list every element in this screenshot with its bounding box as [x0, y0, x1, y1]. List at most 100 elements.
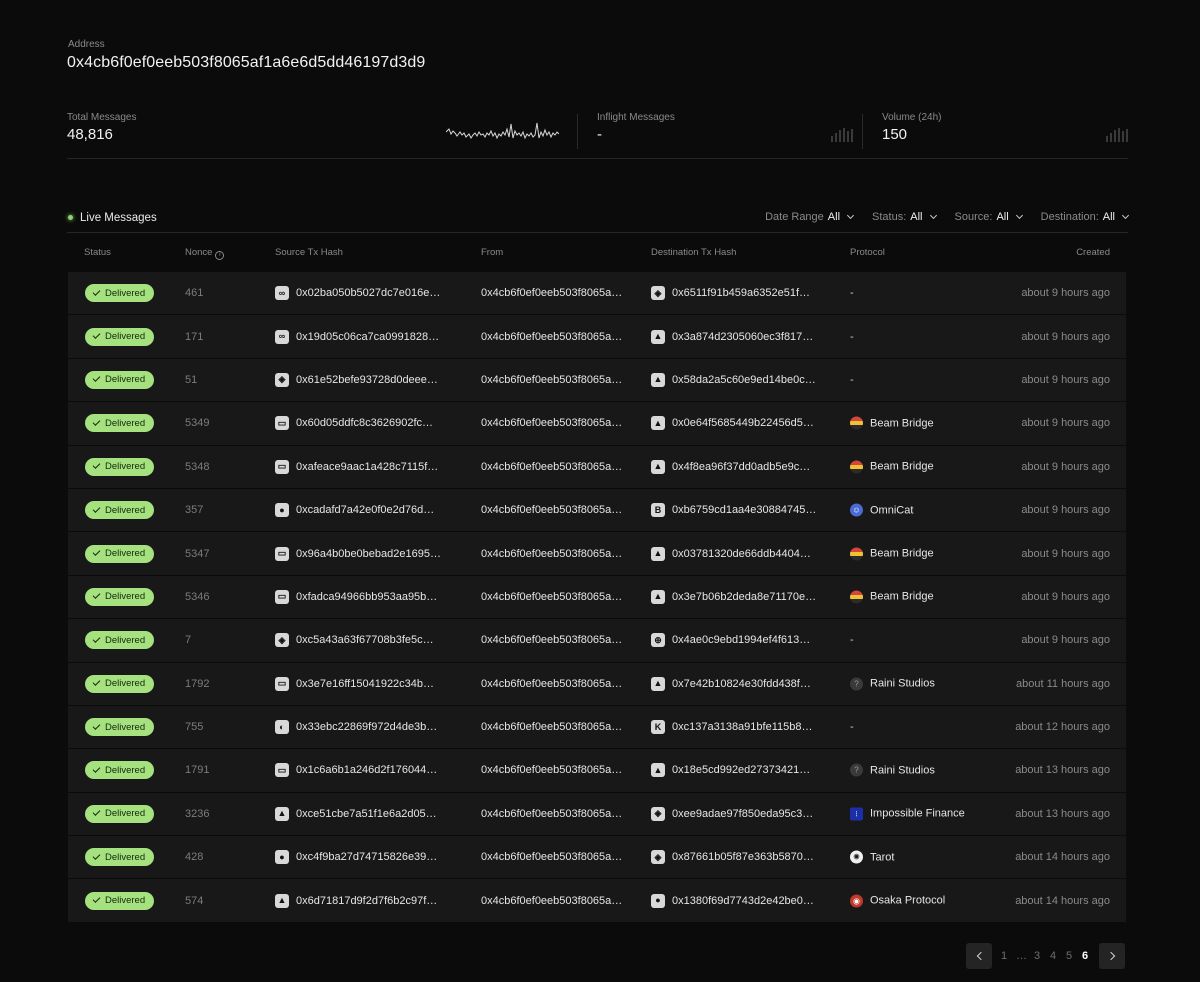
protocol-name: OmniCat — [870, 504, 914, 517]
table-row[interactable]: Delivered 5346 ▭ 0xfadca94966bb953aa95b… 0x4… — [68, 575, 1126, 620]
source-tx-hash[interactable]: ▭ 0x60d05ddfc8c3626902fc… — [275, 416, 433, 431]
from-address[interactable]: 0x4cb6f0ef0eeb503f8065a… — [481, 548, 622, 560]
chevron-down-icon — [1121, 211, 1130, 220]
table-row[interactable]: Delivered 357 ● 0xcadafd7a42e0f0e2d76d… 0x4c… — [68, 488, 1126, 533]
page-1[interactable]: 1 — [1001, 950, 1007, 962]
source-tx-hash[interactable]: ● 0xc4f9ba27d74715826e39… — [275, 850, 437, 865]
status-text: Delivered — [105, 634, 146, 646]
next-page-button[interactable] — [1099, 943, 1125, 969]
from-address[interactable]: 0x4cb6f0ef0eeb503f8065a… — [481, 504, 622, 516]
from-address[interactable]: 0x4cb6f0ef0eeb503f8065a… — [481, 851, 622, 863]
table-row[interactable]: Delivered 51 ◈ 0x61e52befe93728d0deee… 0x4cb… — [68, 358, 1126, 403]
check-icon — [92, 461, 101, 470]
source-tx-hash[interactable]: ● 0xcadafd7a42e0f0e2d76d… — [275, 503, 434, 518]
prev-page-button[interactable] — [966, 943, 992, 969]
created-time: about 9 hours ago — [1021, 417, 1110, 430]
source-tx-hash-text: 0xafeace9aac1a428c7115f… — [296, 460, 439, 473]
source-tx-hash[interactable]: ∞ 0x02ba050b5027dc7e016e… — [275, 286, 440, 301]
source-tx-hash[interactable]: ▭ 0xafeace9aac1a428c7115f… — [275, 459, 439, 474]
destination-tx-hash[interactable]: ▲ 0x0e64f5685449b22456d5… — [651, 416, 814, 431]
page-6[interactable]: 6 — [1082, 950, 1088, 962]
filter-source[interactable]: Source: All — [955, 211, 1023, 223]
destination-tx-hash[interactable]: ▲ 0x7e42b10824e30fdd438f… — [651, 676, 811, 691]
protocol-cell[interactable]: ? Raini Studios — [850, 677, 935, 691]
source-tx-hash[interactable]: ▭ 0x96a4b0be0bebad2e1695… — [275, 546, 441, 561]
destination-tx-hash[interactable]: ◈ 0x6511f91b459a6352e51f… — [651, 286, 810, 301]
from-address[interactable]: 0x4cb6f0ef0eeb503f8065a… — [481, 895, 622, 907]
source-tx-hash[interactable]: ▭ 0xfadca94966bb953aa95b… — [275, 589, 437, 604]
table-row[interactable]: Delivered 1792 ▭ 0x3e7e16ff15041922c34b… 0x4… — [68, 662, 1126, 706]
protocol-cell[interactable]: ☺ OmniCat — [850, 503, 914, 517]
destination-tx-hash[interactable]: ▲ 0x58da2a5c60e9ed14be0c… — [651, 372, 816, 387]
protocol-cell[interactable]: Beam Bridge — [850, 547, 934, 561]
table-row[interactable]: Delivered 171 ∞ 0x19d05c06ca7ca0991828… 0x4c… — [68, 315, 1126, 359]
page-5[interactable]: 5 — [1066, 950, 1072, 962]
protocol-cell[interactable]: ? Raini Studios — [850, 763, 935, 777]
status-badge: Delivered — [85, 891, 155, 910]
from-address[interactable]: 0x4cb6f0ef0eeb503f8065a… — [481, 374, 622, 386]
status-badge: Delivered — [85, 631, 155, 650]
from-address[interactable]: 0x4cb6f0ef0eeb503f8065a… — [481, 678, 622, 690]
table-row[interactable]: Delivered 7 ◈ 0xc5a43a63f67708b3fe5c… 0x4cb6… — [68, 619, 1126, 663]
protocol-cell[interactable]: Beam Bridge — [850, 460, 934, 474]
info-icon[interactable]: i — [215, 251, 225, 260]
protocol-cell[interactable]: ✺ Tarot — [850, 850, 894, 864]
table-row[interactable]: Delivered 1791 ▭ 0x1c6a6b1a246d2f176044… 0x4… — [68, 749, 1126, 793]
from-address[interactable]: 0x4cb6f0ef0eeb503f8065a… — [481, 764, 622, 776]
source-tx-hash[interactable]: ▭ 0x3e7e16ff15041922c34b… — [275, 676, 434, 691]
destination-tx-hash[interactable]: ▲ 0x3a874d2305060ec3f817… — [651, 329, 813, 344]
filter-status[interactable]: Status: All — [872, 211, 937, 223]
destination-tx-hash[interactable]: ⊕ 0x4ae0c9ebd1994ef4f613… — [651, 633, 810, 648]
created-time: about 12 hours ago — [1015, 721, 1110, 734]
from-address[interactable]: 0x4cb6f0ef0eeb503f8065a… — [481, 808, 622, 820]
table-row[interactable]: Delivered 5347 ▭ 0x96a4b0be0bebad2e1695… 0x4… — [68, 532, 1126, 576]
table-row[interactable]: Delivered 5348 ▭ 0xafeace9aac1a428c7115f… 0x… — [68, 445, 1126, 489]
source-tx-hash[interactable]: ▭ 0x1c6a6b1a246d2f176044… — [275, 763, 437, 778]
table-row[interactable]: Delivered 461 ∞ 0x02ba050b5027dc7e016e… 0x4c… — [68, 272, 1126, 316]
source-tx-hash[interactable]: ◐ 0x33ebc22869f972d4de3b… — [275, 720, 437, 735]
destination-tx-hash[interactable]: B 0xb6759cd1aa4e30884745… — [651, 503, 816, 518]
filter-destination[interactable]: Destination: All — [1041, 211, 1130, 223]
destination-tx-hash[interactable]: ◈ 0xee9adae97f850eda95c3… — [651, 806, 813, 821]
protocol-name: Beam Bridge — [870, 590, 934, 603]
page-4[interactable]: 4 — [1050, 950, 1056, 962]
protocol-cell: - — [850, 721, 854, 733]
from-address[interactable]: 0x4cb6f0ef0eeb503f8065a… — [481, 461, 622, 473]
table-row[interactable]: Delivered 3236 ▲ 0xce51cbe7a51f1e6a2d05… 0x4… — [68, 792, 1126, 837]
destination-tx-hash[interactable]: ◈ 0x87661b05f87e363b5870… — [651, 850, 814, 865]
destination-tx-hash[interactable]: ▲ 0x03781320de66ddb4404… — [651, 546, 811, 561]
source-tx-hash[interactable]: ◈ 0x61e52befe93728d0deee… — [275, 372, 438, 387]
protocol-cell: - — [850, 331, 854, 343]
table-row[interactable]: Delivered 428 ● 0xc4f9ba27d74715826e39… 0x4c… — [68, 836, 1126, 880]
from-address[interactable]: 0x4cb6f0ef0eeb503f8065a… — [481, 591, 622, 603]
table-row[interactable]: Delivered 5349 ▭ 0x60d05ddfc8c3626902fc… 0x4… — [68, 402, 1126, 446]
filter-date-range[interactable]: Date Range All — [765, 211, 855, 223]
from-address[interactable]: 0x4cb6f0ef0eeb503f8065a… — [481, 417, 622, 429]
destination-tx-hash[interactable]: ▲ 0x18e5cd992ed27373421… — [651, 763, 810, 778]
from-address[interactable]: 0x4cb6f0ef0eeb503f8065a… — [481, 721, 622, 733]
source-tx-hash[interactable]: ∞ 0x19d05c06ca7ca0991828… — [275, 329, 439, 344]
source-tx-hash[interactable]: ◈ 0xc5a43a63f67708b3fe5c… — [275, 633, 434, 648]
table-header: Status Nonce i Source Tx Hash From Destin… — [68, 243, 1126, 263]
destination-tx-hash-text: 0x58da2a5c60e9ed14be0c… — [672, 373, 816, 386]
destination-tx-hash[interactable]: K 0xc137a3138a91bfe115b8… — [651, 720, 812, 735]
from-address[interactable]: 0x4cb6f0ef0eeb503f8065a… — [481, 331, 622, 343]
source-tx-hash[interactable]: ▲ 0x6d71817d9f2d7f6b2c97f… — [275, 893, 437, 908]
destination-tx-hash[interactable]: ▲ 0x3e7b06b2deda8e71170e… — [651, 589, 816, 604]
source-tx-hash-text: 0xce51cbe7a51f1e6a2d05… — [296, 807, 437, 820]
table-row[interactable]: Delivered 755 ◐ 0x33ebc22869f972d4de3b… 0x4c… — [68, 705, 1126, 750]
table-row[interactable]: Delivered 574 ▲ 0x6d71817d9f2d7f6b2c97f… 0x4… — [68, 879, 1126, 923]
status-badge: Delivered — [85, 544, 155, 563]
source-tx-hash[interactable]: ▲ 0xce51cbe7a51f1e6a2d05… — [275, 806, 437, 821]
page-3[interactable]: 3 — [1034, 950, 1040, 962]
protocol-cell[interactable]: ◉ Osaka Protocol — [850, 894, 945, 908]
bars-placeholder-icon — [1106, 128, 1128, 142]
protocol-cell[interactable]: Beam Bridge — [850, 416, 934, 430]
destination-tx-hash[interactable]: ▲ 0x4f8ea96f37dd0adb5e9c… — [651, 459, 810, 474]
from-address[interactable]: 0x4cb6f0ef0eeb503f8065a… — [481, 287, 622, 299]
status-badge: Delivered — [85, 804, 155, 823]
protocol-cell[interactable]: ⁝ Impossible Finance — [850, 807, 965, 821]
destination-tx-hash[interactable]: ● 0x1380f69d7743d2e42be0… — [651, 893, 814, 908]
from-address[interactable]: 0x4cb6f0ef0eeb503f8065a… — [481, 634, 622, 646]
protocol-cell[interactable]: Beam Bridge — [850, 590, 934, 604]
